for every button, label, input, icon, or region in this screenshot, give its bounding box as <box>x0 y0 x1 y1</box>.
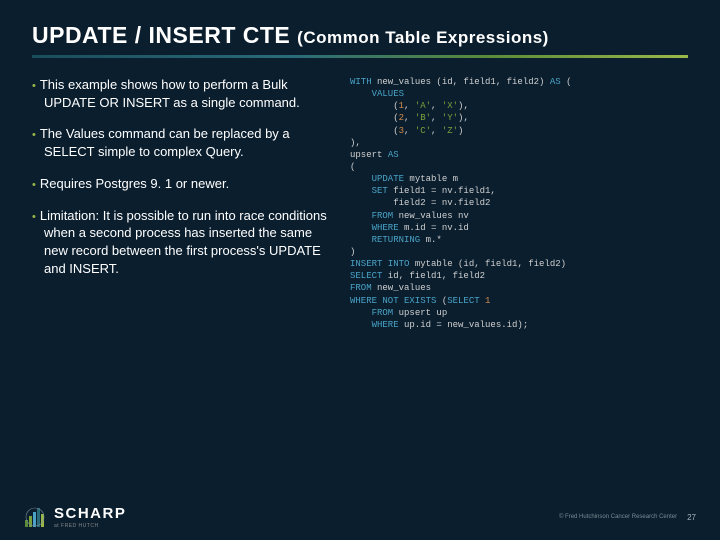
copyright-text: © Fred Hutchinson Cancer Research Center <box>559 514 677 520</box>
title-sub: (Common Table Expressions) <box>297 28 549 47</box>
bullet-marker: • <box>32 80 36 92</box>
bullet-list: • This example shows how to perform a Bul… <box>32 76 332 331</box>
logo: SCHARP at FRED HUTCH <box>24 505 126 529</box>
title-main: UPDATE / INSERT CTE <box>32 22 297 48</box>
content-area: • This example shows how to perform a Bul… <box>32 76 688 331</box>
bullet-item: • Limitation: It is possible to run into … <box>32 207 332 277</box>
bullet-marker: • <box>32 179 36 191</box>
page-number: 27 <box>687 513 696 522</box>
footer: SCHARP at FRED HUTCH © Fred Hutchinson C… <box>0 500 720 540</box>
title-divider <box>32 55 688 58</box>
bullet-text: Limitation: It is possible to run into r… <box>40 208 327 276</box>
bullet-text: Requires Postgres 9. 1 or newer. <box>40 176 229 191</box>
slide-title: UPDATE / INSERT CTE (Common Table Expres… <box>32 22 688 49</box>
bullet-item: • This example shows how to perform a Bul… <box>32 76 332 111</box>
logo-icon <box>24 506 48 528</box>
logo-text: SCHARP <box>54 505 126 522</box>
logo-text-wrap: SCHARP at FRED HUTCH <box>54 505 126 529</box>
bullet-marker: • <box>32 129 36 141</box>
logo-subtext: at FRED HUTCH <box>54 523 126 529</box>
bullet-text: This example shows how to perform a Bulk… <box>40 77 300 110</box>
bullet-text: The Values command can be replaced by a … <box>40 126 290 159</box>
code-block: WITH new_values (id, field1, field2) AS … <box>350 76 688 331</box>
bullet-item: • The Values command can be replaced by a… <box>32 125 332 160</box>
bullet-marker: • <box>32 211 36 223</box>
bullet-item: • Requires Postgres 9. 1 or newer. <box>32 175 332 193</box>
